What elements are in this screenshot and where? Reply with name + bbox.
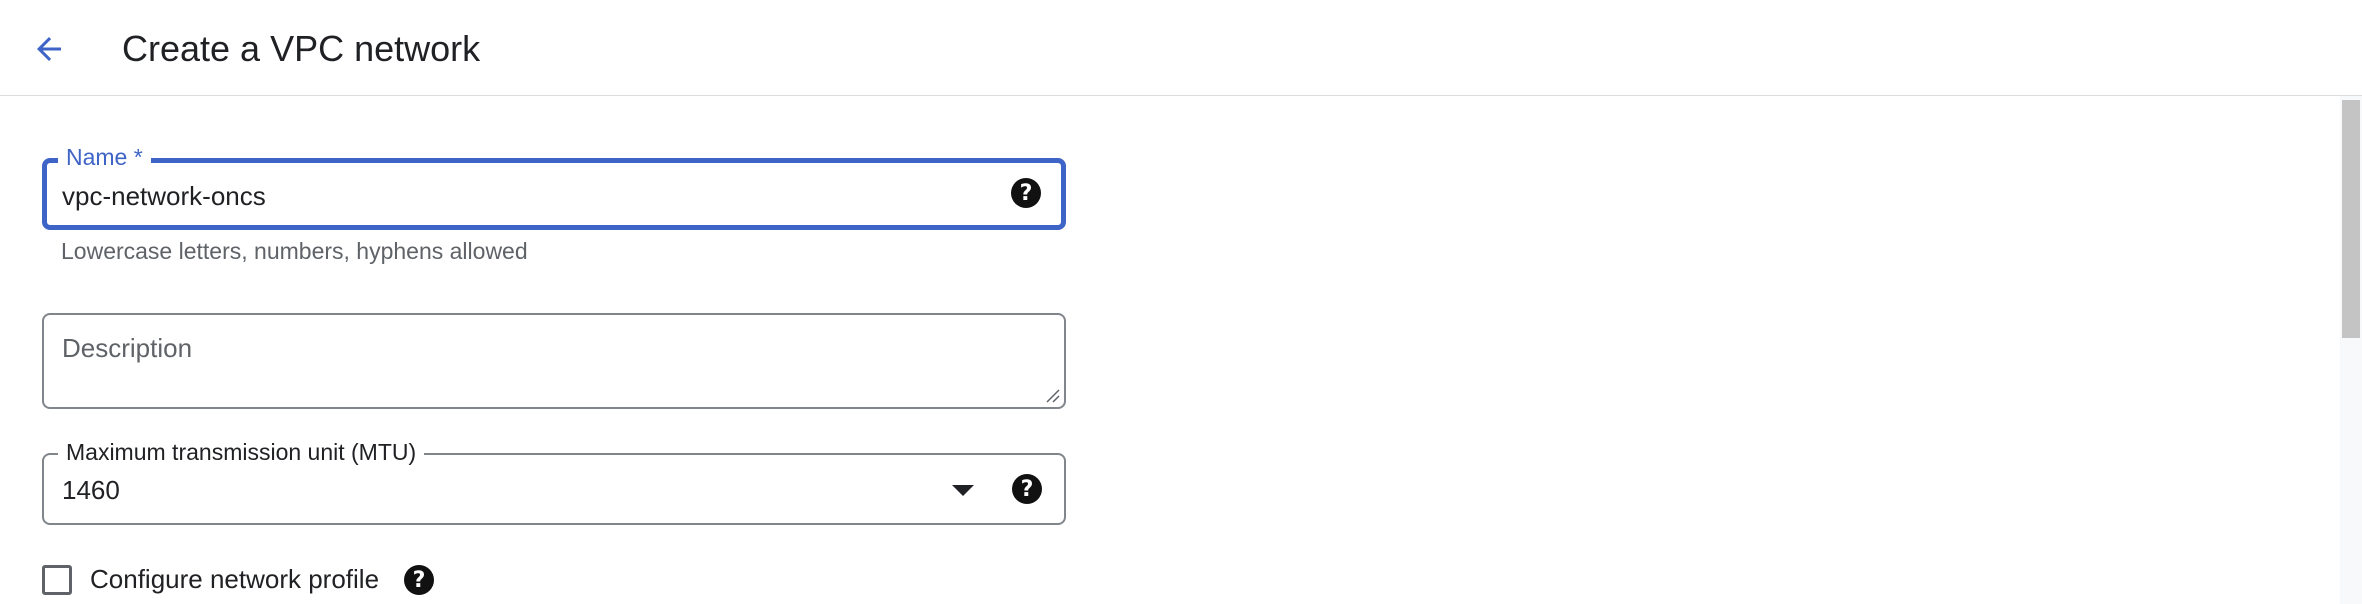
mtu-field-label: Maximum transmission unit (MTU) <box>58 439 425 465</box>
network-profile-label[interactable]: Configure network profile <box>90 564 379 595</box>
name-hint: Lowercase letters, numbers, hyphens allo… <box>61 238 528 264</box>
mtu-help-icon[interactable]: ? <box>1012 474 1042 504</box>
name-help-icon[interactable]: ? <box>1011 178 1041 208</box>
description-field[interactable]: Description <box>42 313 1066 409</box>
dropdown-arrow-icon[interactable] <box>952 485 974 496</box>
back-button[interactable] <box>24 24 74 74</box>
network-profile-help-icon[interactable]: ? <box>404 565 434 595</box>
name-input[interactable]: vpc-network-oncs <box>62 181 266 212</box>
arrow-back-icon <box>37 37 61 61</box>
name-field[interactable]: Name * vpc-network-oncs ? <box>42 144 1066 230</box>
network-profile-checkbox[interactable] <box>42 565 72 595</box>
page-header: Create a VPC network <box>0 0 2362 96</box>
description-placeholder: Description <box>62 333 193 363</box>
mtu-selected-value: 1460 <box>62 475 120 505</box>
resize-handle-icon[interactable] <box>1044 387 1060 403</box>
name-field-label: Name * <box>58 144 151 170</box>
create-vpc-network-page: Create a VPC network Name * vpc-network-… <box>0 0 2362 604</box>
scrollbar-thumb[interactable] <box>2342 100 2360 338</box>
page-title: Create a VPC network <box>122 28 481 69</box>
mtu-select[interactable]: Maximum transmission unit (MTU) 1460 ? <box>42 439 1066 525</box>
